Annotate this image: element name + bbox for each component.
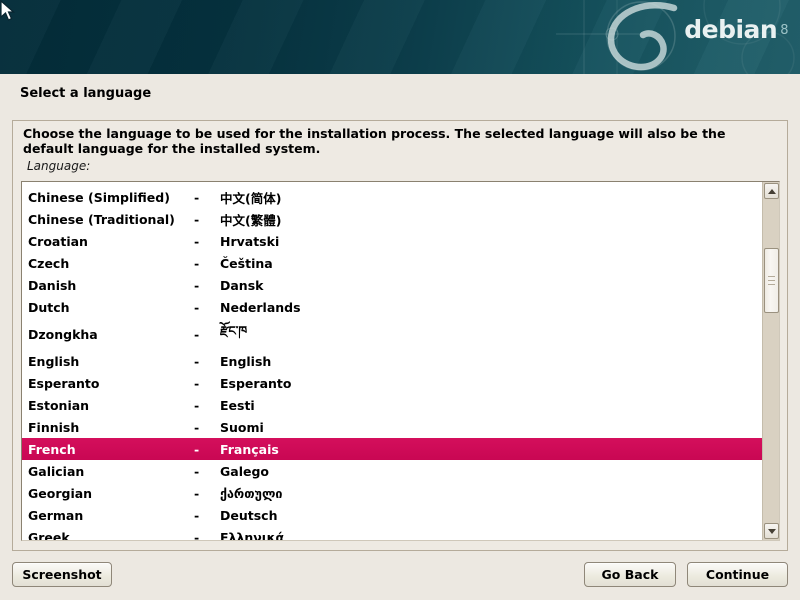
- banner-artwork: [0, 0, 800, 74]
- debian-installer-window: { "banner": { "brand": "debian", "versio…: [0, 0, 800, 600]
- brand-logotype: debian8: [684, 16, 788, 44]
- language-native-name: 中文(繁體): [220, 210, 762, 229]
- language-name: Finnish: [28, 420, 194, 435]
- language-native-name: Čeština: [220, 256, 762, 271]
- language-native-name: རྫོང་ཁ: [220, 317, 762, 352]
- instruction-text: Choose the language to be used for the i…: [23, 126, 771, 156]
- scrollbar-grip: [768, 276, 775, 286]
- language-row[interactable]: Chinese (Traditional)-中文(繁體): [22, 208, 762, 230]
- separator-dash: -: [194, 464, 220, 479]
- language-native-name: 中文(简体): [220, 188, 762, 207]
- language-native-name: Deutsch: [220, 508, 762, 523]
- language-field-label: Language:: [27, 159, 90, 173]
- page-title: Select a language: [20, 86, 151, 101]
- language-rows: Chinese (Simplified)-中文(简体)Chinese (Trad…: [22, 182, 762, 540]
- continue-button-label: Continue: [706, 567, 769, 582]
- language-row[interactable]: Esperanto-Esperanto: [22, 372, 762, 394]
- language-row[interactable]: Croatian-Hrvatski: [22, 230, 762, 252]
- scroll-down-button[interactable]: [764, 523, 779, 539]
- language-native-name: Suomi: [220, 420, 762, 435]
- language-native-name: Esperanto: [220, 376, 762, 391]
- debian-swirl-logo: [611, 5, 674, 67]
- language-native-name: Eesti: [220, 398, 762, 413]
- language-name: Croatian: [28, 234, 194, 249]
- language-row[interactable]: Galician-Galego: [22, 460, 762, 482]
- language-name: Dutch: [28, 300, 194, 315]
- language-name: Chinese (Traditional): [28, 212, 194, 227]
- language-name: English: [28, 354, 194, 369]
- separator-dash: -: [194, 190, 220, 205]
- language-row[interactable]: Estonian-Eesti: [22, 394, 762, 416]
- go-back-button[interactable]: Go Back: [584, 562, 676, 587]
- separator-dash: -: [194, 442, 220, 457]
- separator-dash: -: [194, 530, 220, 541]
- language-native-name: English: [220, 354, 762, 369]
- language-name: Danish: [28, 278, 194, 293]
- language-name: Greek: [28, 530, 194, 541]
- language-row[interactable]: Dzongkha-རྫོང་ཁ: [22, 318, 762, 350]
- language-row[interactable]: Danish-Dansk: [22, 274, 762, 296]
- language-name: Estonian: [28, 398, 194, 413]
- scrollbar-thumb[interactable]: [764, 248, 779, 313]
- language-row[interactable]: English-English: [22, 350, 762, 372]
- language-row[interactable]: Georgian-ქართული: [22, 482, 762, 504]
- language-native-name: ქართული: [220, 486, 762, 501]
- go-back-button-label: Go Back: [602, 567, 659, 582]
- screenshot-button[interactable]: Screenshot: [12, 562, 112, 587]
- scroll-up-button[interactable]: [764, 183, 779, 199]
- language-row[interactable]: Greek-Ελληνικά: [22, 526, 762, 540]
- language-name: Dzongkha: [28, 327, 194, 342]
- chevron-up-icon: [768, 189, 776, 194]
- language-native-name: Nederlands: [220, 300, 762, 315]
- separator-dash: -: [194, 486, 220, 501]
- language-native-name: Dansk: [220, 278, 762, 293]
- language-row[interactable]: Dutch-Nederlands: [22, 296, 762, 318]
- language-row[interactable]: German-Deutsch: [22, 504, 762, 526]
- brand-name: debian: [684, 15, 777, 44]
- screenshot-button-label: Screenshot: [22, 567, 101, 582]
- language-name: Chinese (Simplified): [28, 190, 194, 205]
- separator-dash: -: [194, 376, 220, 391]
- separator-dash: -: [194, 354, 220, 369]
- language-native-name: Galego: [220, 464, 762, 479]
- separator-dash: -: [194, 278, 220, 293]
- chevron-down-icon: [768, 529, 776, 534]
- language-name: Galician: [28, 464, 194, 479]
- language-name: Georgian: [28, 486, 194, 501]
- mouse-cursor-icon: [0, 0, 16, 22]
- language-native-name: Hrvatski: [220, 234, 762, 249]
- separator-dash: -: [194, 212, 220, 227]
- language-name: German: [28, 508, 194, 523]
- separator-dash: -: [194, 327, 220, 342]
- language-row[interactable]: French-Français: [22, 438, 762, 460]
- continue-button[interactable]: Continue: [687, 562, 788, 587]
- language-name: French: [28, 442, 194, 457]
- separator-dash: -: [194, 256, 220, 271]
- separator-dash: -: [194, 398, 220, 413]
- content-frame: Choose the language to be used for the i…: [12, 120, 788, 551]
- separator-dash: -: [194, 300, 220, 315]
- language-row[interactable]: Finnish-Suomi: [22, 416, 762, 438]
- separator-dash: -: [194, 420, 220, 435]
- separator-dash: -: [194, 234, 220, 249]
- vertical-scrollbar[interactable]: [762, 182, 779, 540]
- language-name: Esperanto: [28, 376, 194, 391]
- language-native-name: Ελληνικά: [220, 530, 762, 541]
- language-row[interactable]: Chinese (Simplified)-中文(简体): [22, 186, 762, 208]
- separator-dash: -: [194, 508, 220, 523]
- brand-version: 8: [780, 23, 788, 38]
- language-list: Chinese (Simplified)-中文(简体)Chinese (Trad…: [21, 181, 780, 541]
- language-native-name: Français: [220, 442, 762, 457]
- header-banner: debian8: [0, 0, 800, 74]
- language-name: Czech: [28, 256, 194, 271]
- language-row[interactable]: Czech-Čeština: [22, 252, 762, 274]
